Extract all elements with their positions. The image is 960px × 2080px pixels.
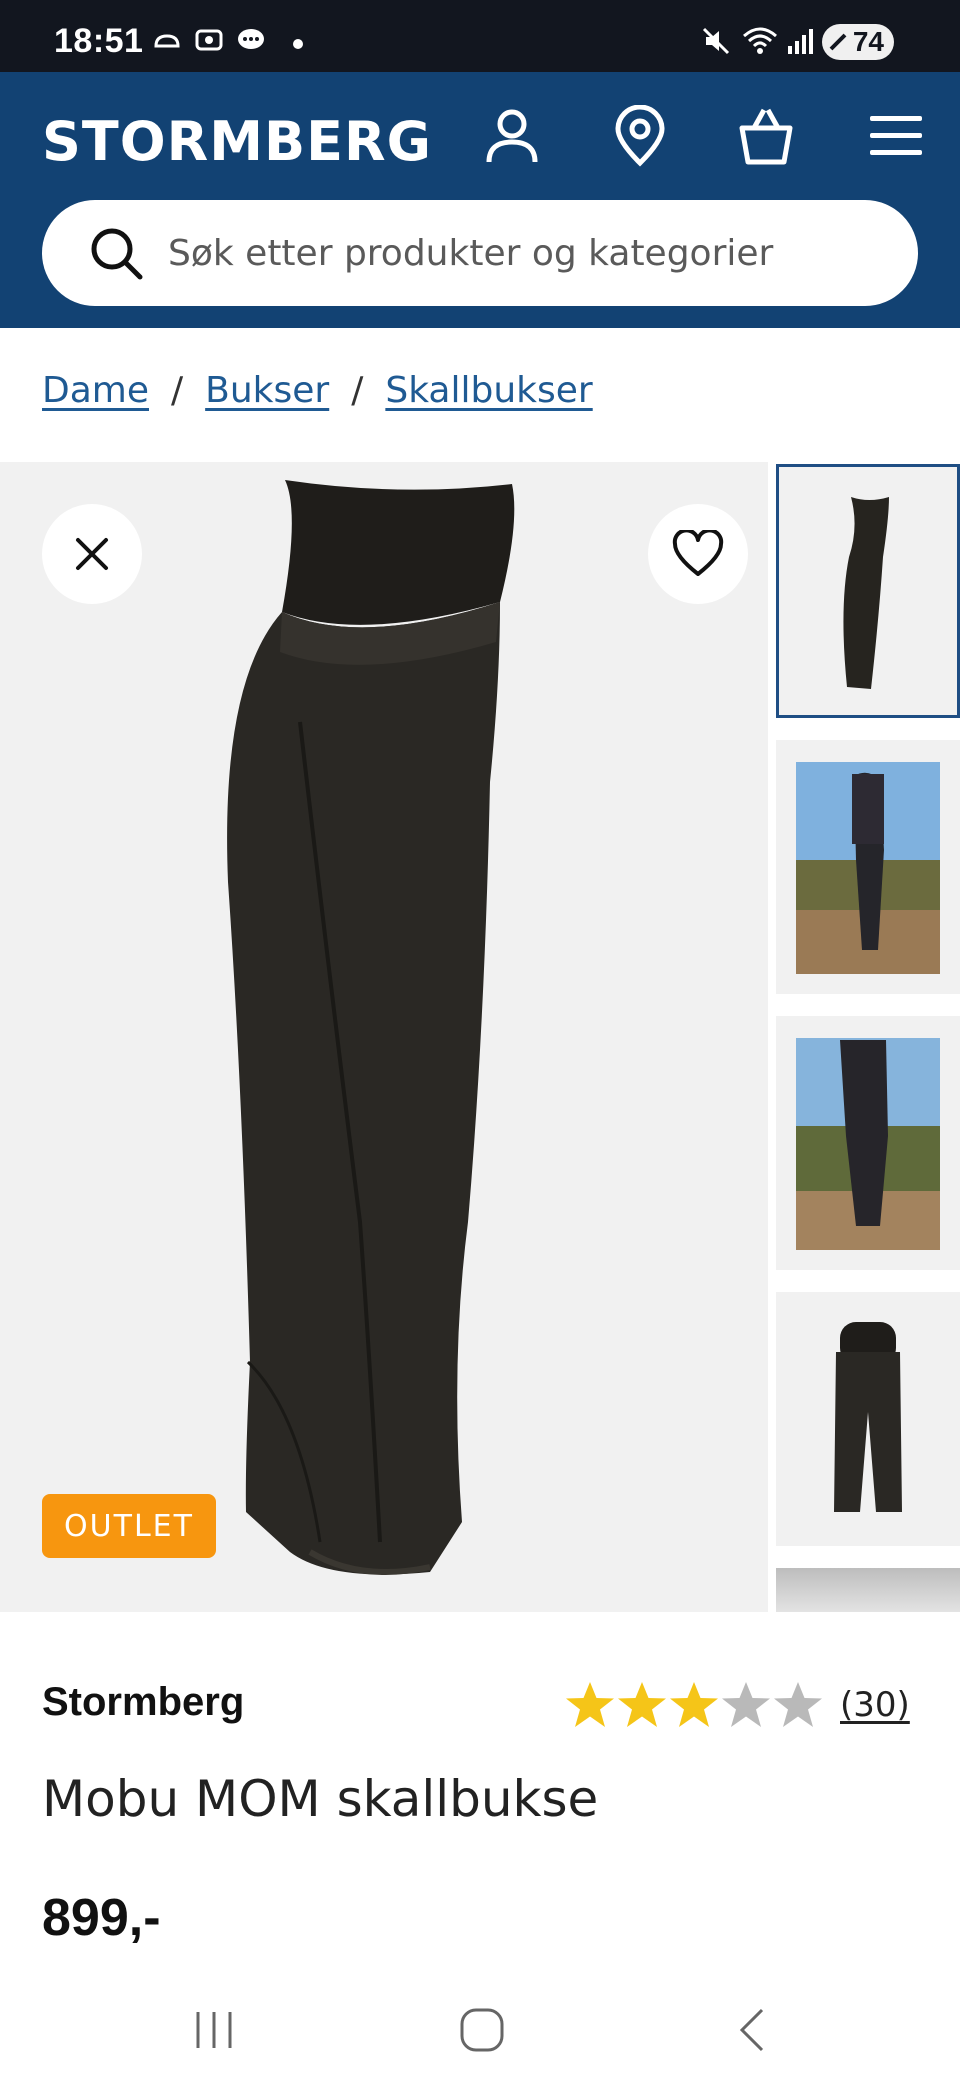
close-icon (76, 538, 108, 570)
status-bar: 18:51 74 (0, 0, 960, 72)
breadcrumb-separator: / (351, 370, 364, 411)
battery-indicator: 74 (822, 24, 894, 60)
thumbnail-outdoor-side (796, 1038, 940, 1250)
chat-icon (238, 29, 264, 49)
thumbnail-5[interactable] (776, 1568, 960, 1612)
thumbnail-1[interactable] (776, 464, 960, 718)
recent-apps-button[interactable] (174, 2000, 254, 2060)
screenshot-icon (195, 29, 223, 51)
battery-saver-icon (829, 33, 847, 51)
breadcrumb: Dame / Bukser / Skallbukser (42, 370, 593, 411)
search-input[interactable] (166, 231, 870, 275)
menu-button[interactable] (860, 100, 932, 172)
product-rating[interactable]: (30) (564, 1680, 910, 1730)
product-price: 899,- (42, 1889, 161, 1947)
thumbnail-pants-side (843, 497, 889, 689)
review-count-link[interactable]: (30) (840, 1685, 910, 1725)
breadcrumb-separator: / (171, 370, 184, 411)
star-icon (618, 1682, 666, 1727)
stormberg-logo[interactable]: STORMBERG (42, 110, 432, 173)
star-icon (670, 1682, 718, 1727)
location-pin-icon (615, 105, 665, 167)
home-button[interactable] (442, 2000, 522, 2060)
thumbnail-3[interactable] (776, 1016, 960, 1270)
cloud-icon (154, 34, 180, 48)
heart-icon (672, 530, 724, 576)
wifi-icon (743, 27, 777, 54)
breadcrumb-link-dame[interactable]: Dame (42, 370, 149, 411)
back-icon (739, 2008, 764, 2052)
pants-image (227, 480, 515, 1575)
favorite-button[interactable] (648, 504, 748, 604)
shopping-bag-icon (739, 108, 793, 165)
thumbnail-4[interactable] (776, 1292, 960, 1546)
product-main-image[interactable] (0, 462, 768, 1612)
product-name: Mobu MOM skallbukse (42, 1770, 599, 1828)
rating-stars (564, 1680, 824, 1730)
account-icon (486, 109, 538, 163)
signal-icon (788, 29, 813, 54)
thumbnail-outdoor-front (796, 762, 940, 974)
breadcrumb-link-bukser[interactable]: Bukser (205, 370, 329, 411)
search-bar[interactable] (42, 200, 918, 306)
thumbnail-pants-front (834, 1322, 902, 1512)
home-icon (460, 2008, 504, 2052)
cart-button[interactable] (730, 100, 802, 172)
hamburger-menu-icon (870, 116, 922, 155)
star-icon (566, 1682, 614, 1727)
mute-icon (702, 27, 730, 55)
search-icon[interactable] (88, 225, 144, 281)
store-locator-button[interactable] (604, 100, 676, 172)
notification-dot-icon (293, 39, 303, 49)
battery-level: 74 (852, 26, 884, 57)
product-brand: Stormberg (42, 1680, 245, 1724)
star-icon (722, 1682, 770, 1727)
thumbnail-partial (776, 1568, 960, 1612)
back-button[interactable] (712, 2000, 792, 2060)
outlet-badge: OUTLET (42, 1494, 216, 1558)
close-button[interactable] (42, 504, 142, 604)
recent-apps-icon (196, 2012, 232, 2048)
star-icon (774, 1682, 822, 1727)
thumbnail-strip[interactable] (776, 462, 960, 1612)
thumbnail-2[interactable] (776, 740, 960, 994)
status-time: 18:51 (54, 22, 144, 60)
account-button[interactable] (476, 100, 548, 172)
breadcrumb-link-skallbukser[interactable]: Skallbukser (385, 370, 592, 411)
